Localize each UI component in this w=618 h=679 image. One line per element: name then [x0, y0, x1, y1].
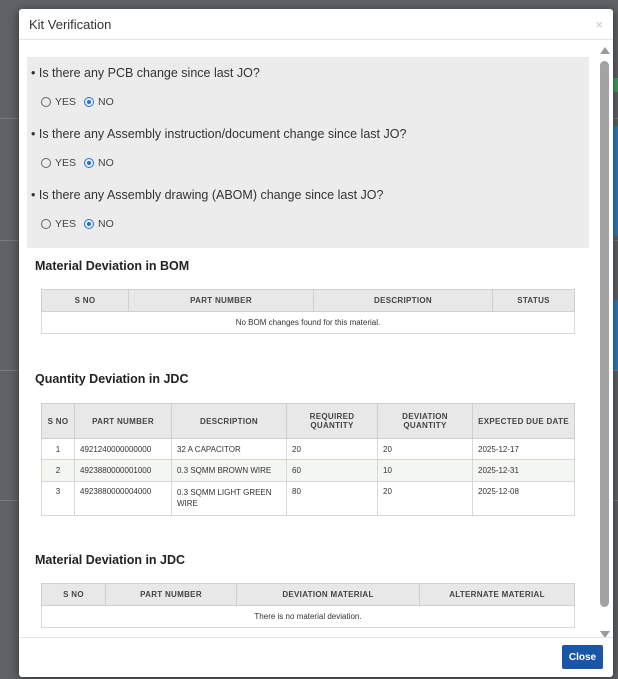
jdc-quantity-section: Quantity Deviation in JDC S NO PART NUMB…	[27, 334, 589, 516]
radio-unchecked-icon[interactable]	[41, 219, 51, 229]
cell: 4923880000004000	[74, 481, 172, 516]
radio-no-label: NO	[98, 157, 114, 169]
radio-yes[interactable]: YES	[41, 96, 76, 108]
column-header: EXPECTED DUE DATE	[472, 403, 575, 439]
cell: 80	[286, 481, 378, 516]
radio-yes[interactable]: YES	[41, 157, 76, 169]
radio-unchecked-icon[interactable]	[41, 158, 51, 168]
question-options: YES NO	[31, 145, 585, 181]
table-row: 2 4923880000001000 0.3 SQMM BROWN WIRE 6…	[41, 459, 575, 482]
cell: 2	[41, 459, 75, 482]
question-text: • Is there any Assembly instruction/docu…	[31, 127, 407, 141]
table-row: 1 4921240000000000 32 A CAPACITOR 20 20 …	[41, 438, 575, 460]
column-header: DEVIATION QUANTITY	[377, 403, 473, 439]
section-title: Quantity Deviation in JDC	[35, 372, 189, 386]
cell: 20	[377, 481, 473, 516]
question-assembly-instruction-change: • Is there any Assembly instruction/docu…	[31, 123, 585, 181]
column-header: STATUS	[492, 289, 575, 312]
modal-footer: Close	[19, 637, 613, 677]
question-assembly-drawing-change: • Is there any Assembly drawing (ABOM) c…	[31, 184, 585, 242]
close-icon[interactable]: ×	[595, 17, 603, 32]
column-header: ALTERNATE MATERIAL	[419, 583, 575, 606]
radio-unchecked-icon[interactable]	[41, 97, 51, 107]
column-header: DESCRIPTION	[313, 289, 493, 312]
modal-body: • Is there any PCB change since last JO?…	[19, 41, 613, 637]
modal-header: Kit Verification ×	[19, 9, 613, 40]
column-header: PART NUMBER	[128, 289, 314, 312]
radio-checked-icon[interactable]	[84, 219, 95, 229]
cell: 4921240000000000	[74, 438, 172, 460]
radio-yes-label: YES	[55, 218, 77, 230]
bom-deviation-table: S NO PART NUMBER DESCRIPTION STATUS No B…	[41, 289, 575, 334]
question-text: • Is there any Assembly drawing (ABOM) c…	[31, 188, 384, 202]
column-header: S NO	[41, 403, 75, 439]
kit-verification-modal: Kit Verification × • Is there any PCB ch…	[19, 9, 613, 677]
radio-checked-icon[interactable]	[84, 158, 95, 168]
section-title: Material Deviation in JDC	[35, 553, 186, 567]
close-button[interactable]: Close	[562, 645, 603, 669]
cell: 10	[377, 459, 473, 482]
column-header: S NO	[41, 289, 129, 312]
cell: 0.3 SQMM LIGHT GREEN WIRE	[171, 481, 287, 516]
cell: 2025-12-08	[472, 481, 575, 516]
scroll-content: • Is there any PCB change since last JO?…	[27, 41, 589, 628]
cell: 20	[377, 438, 473, 460]
cell: 2025-12-17	[472, 438, 575, 460]
question-options: YES NO	[31, 84, 585, 120]
radio-yes[interactable]: YES	[41, 218, 76, 230]
cell: 3	[41, 481, 75, 516]
modal-title: Kit Verification	[29, 16, 112, 32]
bom-deviation-section: Material Deviation in BOM S NO PART NUMB…	[27, 248, 589, 334]
radio-no[interactable]: NO	[84, 218, 114, 230]
radio-no[interactable]: NO	[84, 96, 114, 108]
radio-yes-label: YES	[55, 96, 77, 108]
column-header: PART NUMBER	[105, 583, 237, 606]
radio-no-label: NO	[98, 218, 114, 230]
empty-message: There is no material deviation.	[41, 605, 575, 628]
question-options: YES NO	[31, 206, 585, 242]
cell: 1	[41, 438, 75, 460]
cell: 32 A CAPACITOR	[171, 438, 287, 460]
jdc-material-section: Material Deviation in JDC S NO PART NUMB…	[27, 516, 589, 628]
radio-yes-label: YES	[55, 157, 77, 169]
question-pcb-change: • Is there any PCB change since last JO?…	[31, 62, 585, 120]
column-header: DEVIATION MATERIAL	[236, 583, 420, 606]
scrollbar-thumb[interactable]	[600, 61, 609, 607]
cell: 2025-12-31	[472, 459, 575, 482]
table-row: 3 4923880000004000 0.3 SQMM LIGHT GREEN …	[41, 481, 575, 516]
radio-checked-icon[interactable]	[84, 97, 95, 107]
scrollbar[interactable]	[600, 43, 610, 637]
jdc-quantity-table: S NO PART NUMBER DESCRIPTION REQUIRED QU…	[41, 403, 575, 516]
radio-no[interactable]: NO	[84, 157, 114, 169]
column-header: REQUIRED QUANTITY	[286, 403, 378, 439]
cell: 20	[286, 438, 378, 460]
column-header: PART NUMBER	[74, 403, 172, 439]
cell: 60	[286, 459, 378, 482]
scroll-up-arrow-icon[interactable]	[600, 47, 610, 54]
radio-no-label: NO	[98, 96, 114, 108]
change-questions: • Is there any PCB change since last JO?…	[27, 57, 589, 248]
section-title: Material Deviation in BOM	[35, 259, 190, 273]
empty-message: No BOM changes found for this material.	[41, 311, 575, 334]
cell: 4923880000001000	[74, 459, 172, 482]
column-header: DESCRIPTION	[171, 403, 287, 439]
cell: 0.3 SQMM BROWN WIRE	[171, 459, 287, 482]
question-text: • Is there any PCB change since last JO?	[31, 66, 260, 80]
jdc-material-table: S NO PART NUMBER DEVIATION MATERIAL ALTE…	[41, 583, 575, 628]
column-header: S NO	[41, 583, 106, 606]
